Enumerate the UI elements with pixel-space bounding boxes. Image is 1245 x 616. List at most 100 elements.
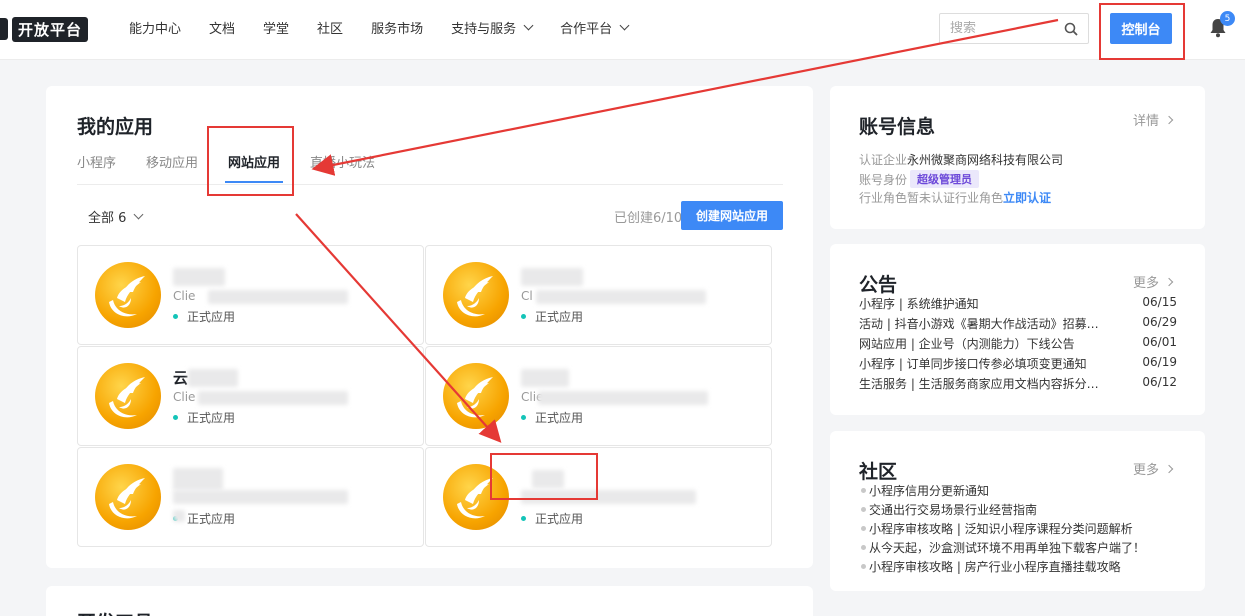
community-item[interactable]: 交通出行交易场景行业经营指南	[861, 500, 1191, 519]
app-client-id: Clie	[173, 289, 196, 303]
verified-company-line: 认证企业 永州微聚商网络科技有限公司	[859, 151, 1063, 168]
redacted-blur	[173, 510, 185, 522]
announcement-item[interactable]: 网站应用 | 企业号（内测能力）下线公告 06/01	[859, 335, 1177, 355]
chevron-right-icon	[1164, 115, 1174, 124]
app-logo-icon	[109, 276, 145, 317]
app-grid: Clie 正式应用 Cl 正式应用云 Clie 正式应用 Clie 正式应用 正式应用 正式应用	[77, 245, 772, 547]
verified-label: 认证企业	[859, 153, 908, 167]
app-card[interactable]: Clie 正式应用	[77, 245, 424, 345]
community-item[interactable]: 小程序审核攻略 | 房产行业小程序直播挂载攻略	[861, 557, 1191, 576]
community-item[interactable]: 小程序信用分更新通知	[861, 481, 1191, 500]
bullet-icon	[861, 507, 866, 512]
industry-role-line: 行业角色 暂未认证行业角色 立即认证	[859, 189, 1051, 206]
chevron-down-icon	[133, 209, 144, 220]
app-type-tabs: 小程序 移动应用 网站应用 直播小玩法	[77, 146, 783, 185]
nav-label: 能力中心	[129, 22, 182, 37]
app-card[interactable]: Cl 正式应用	[425, 245, 772, 345]
status-dot-icon	[521, 314, 526, 319]
redacted-blur	[536, 290, 706, 304]
announcement-item[interactable]: 活动 | 抖音小游戏《暑期大作战活动》招募… 06/29	[859, 315, 1177, 335]
announcement-more-link[interactable]: 更多	[1132, 272, 1174, 291]
more-label: 更多	[1132, 276, 1159, 291]
redacted-blur	[521, 490, 696, 504]
announcement-date: 06/19	[1142, 355, 1177, 369]
nav-item-service-market[interactable]: 服务市场	[371, 18, 423, 37]
redacted-blur	[173, 490, 348, 504]
announcement-text: 小程序 | 订单同步接口传参必填项变更通知	[859, 357, 1087, 371]
nav-item-community[interactable]: 社区	[317, 18, 343, 37]
tab-mini-program[interactable]: 小程序	[77, 146, 116, 184]
tab-mobile-app[interactable]: 移动应用	[146, 146, 198, 184]
app-card[interactable]: 正式应用	[77, 447, 424, 547]
verified-company-name: 永州微聚商网络科技有限公司	[907, 153, 1064, 167]
community-item[interactable]: 从今天起，沙盒测试环境不用再单独下载客户端了！	[861, 538, 1191, 557]
announcement-date: 06/29	[1142, 315, 1177, 329]
redacted-blur	[521, 369, 569, 387]
app-card[interactable]: Clie 正式应用	[425, 346, 772, 446]
app-logo	[443, 262, 509, 328]
platform-logo[interactable]: 开放平台	[0, 16, 89, 42]
app-client-id: Cl	[521, 289, 533, 303]
app-client-id: Clie	[173, 390, 196, 404]
redacted-blur	[532, 470, 564, 488]
app-logo-icon	[457, 478, 493, 519]
app-name: 云	[173, 369, 189, 387]
account-info-title: 账号信息	[859, 116, 936, 138]
chevron-right-icon	[1164, 277, 1174, 286]
app-status: 正式应用	[521, 409, 583, 426]
community-item-text: 交通出行交易场景行业经营指南	[869, 503, 1038, 517]
app-status: 正式应用	[173, 409, 235, 426]
dev-tools-card: 开发工具	[46, 586, 813, 616]
console-button[interactable]: 控制台	[1110, 13, 1172, 44]
industry-label: 行业角色	[859, 191, 908, 205]
redacted-blur	[521, 268, 583, 286]
app-status: 正式应用	[173, 308, 235, 325]
announcement-card: 公告 更多 小程序 | 系统维护通知 06/15 活动 | 抖音小游戏《暑期大作战活…	[830, 244, 1205, 415]
create-website-app-button[interactable]: 创建网站应用	[681, 201, 783, 230]
search-icon[interactable]	[1064, 22, 1078, 36]
community-item-text: 从今天起，沙盒测试环境不用再单独下载客户端了！	[869, 541, 1146, 555]
account-info-card: 账号信息 详情 认证企业 永州微聚商网络科技有限公司 账号身份 超级管理员 行业角色…	[830, 86, 1205, 229]
tab-website-app[interactable]: 网站应用	[225, 146, 284, 184]
community-item[interactable]: 小程序审核攻略 | 泛知识小程序课程分类问题解析	[861, 519, 1191, 538]
my-apps-title: 我的应用	[77, 116, 154, 138]
app-logo	[95, 464, 161, 530]
announcement-date: 06/01	[1142, 335, 1177, 349]
community-more-link[interactable]: 更多	[1133, 459, 1174, 478]
industry-value: 暂未认证行业角色	[907, 191, 1004, 205]
announcement-item[interactable]: 生活服务 | 生活服务商家应用文档内容拆分… 06/12	[859, 375, 1177, 395]
announcement-date: 06/15	[1142, 295, 1177, 309]
bullet-icon	[861, 488, 866, 493]
logo-text: 开放平台	[12, 16, 89, 42]
tab-live-gameplay[interactable]: 直播小玩法	[310, 146, 375, 184]
nav-item-ability-center[interactable]: 能力中心	[129, 18, 181, 37]
app-logo	[95, 262, 161, 328]
dev-tools-title: 开发工具	[77, 608, 153, 616]
app-card[interactable]: 正式应用	[425, 447, 772, 547]
community-title: 社区	[859, 461, 898, 483]
nav-item-academy[interactable]: 学堂	[263, 18, 289, 37]
announcement-item[interactable]: 小程序 | 系统维护通知 06/15	[859, 295, 1177, 315]
app-logo	[443, 464, 509, 530]
community-item-text: 小程序审核攻略 | 房产行业小程序直播挂载攻略	[869, 560, 1121, 574]
community-list: 小程序信用分更新通知交通出行交易场景行业经营指南小程序审核攻略 | 泛知识小程序…	[861, 481, 1191, 576]
nav-item-support[interactable]: 支持与服务	[451, 18, 534, 37]
app-status-label: 正式应用	[187, 310, 236, 324]
announcement-title: 公告	[859, 274, 898, 296]
announcement-text: 活动 | 抖音小游戏《暑期大作战活动》招募…	[859, 317, 1099, 331]
logo-mark-icon	[0, 18, 8, 40]
announcement-item[interactable]: 小程序 | 订单同步接口传参必填项变更通知 06/19	[859, 355, 1177, 375]
nav-item-docs[interactable]: 文档	[209, 18, 235, 37]
account-detail-link[interactable]: 详情	[1133, 110, 1174, 129]
verify-now-link[interactable]: 立即认证	[1003, 189, 1051, 206]
app-filter-dropdown[interactable]: 全部 6	[88, 207, 144, 226]
chevron-down-icon	[619, 20, 630, 31]
community-card: 社区 更多 小程序信用分更新通知交通出行交易场景行业经营指南小程序审核攻略 | …	[830, 431, 1205, 591]
redacted-blur	[198, 391, 348, 405]
identity-label: 账号身份	[859, 172, 908, 187]
app-card[interactable]: 云 Clie 正式应用	[77, 346, 424, 446]
app-logo-icon	[109, 377, 145, 418]
search-input[interactable]	[950, 21, 1060, 36]
redacted-blur	[538, 391, 708, 405]
nav-item-partners[interactable]: 合作平台	[560, 18, 630, 37]
